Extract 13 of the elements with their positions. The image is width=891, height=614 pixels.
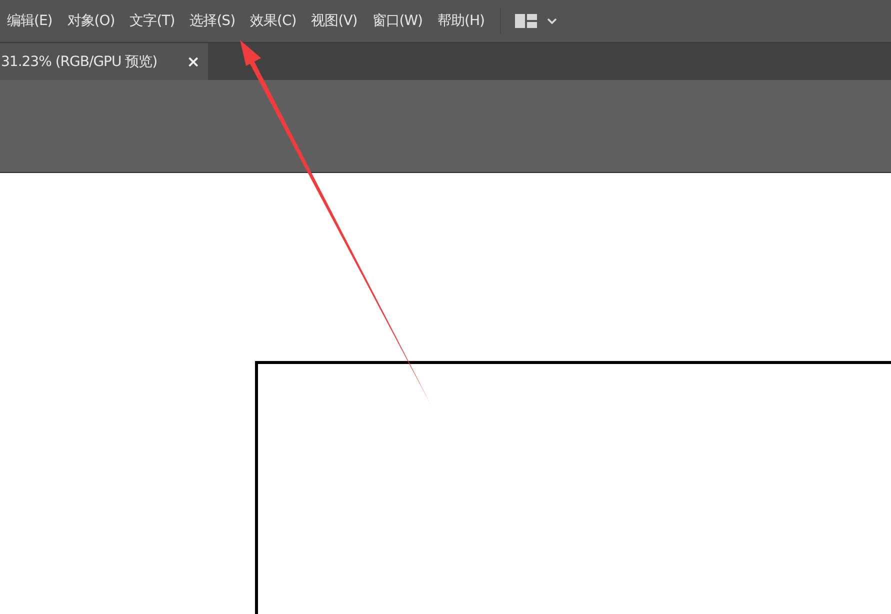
close-tab-button[interactable]: × [186,52,200,71]
layout-icon[interactable] [515,14,538,28]
chevron-down-icon[interactable] [547,18,558,24]
menu-item[interactable]: 选择(S) [182,12,244,30]
menu-item[interactable]: 效果(C) [243,12,304,30]
tab-title: 31.23% (RGB/GPU 预览) [1,52,158,70]
menu-item[interactable]: 文字(T) [122,12,183,30]
document-tab[interactable]: 31.23% (RGB/GPU 预览) × [0,43,208,80]
menu-item[interactable]: 窗口(W) [365,12,431,30]
menu-item[interactable]: 视图(V) [304,12,366,30]
menu-item[interactable]: 编辑(E) [0,12,60,30]
menu-item[interactable]: 帮助(H) [430,12,492,30]
menu-item[interactable]: 对象(O) [60,12,123,30]
